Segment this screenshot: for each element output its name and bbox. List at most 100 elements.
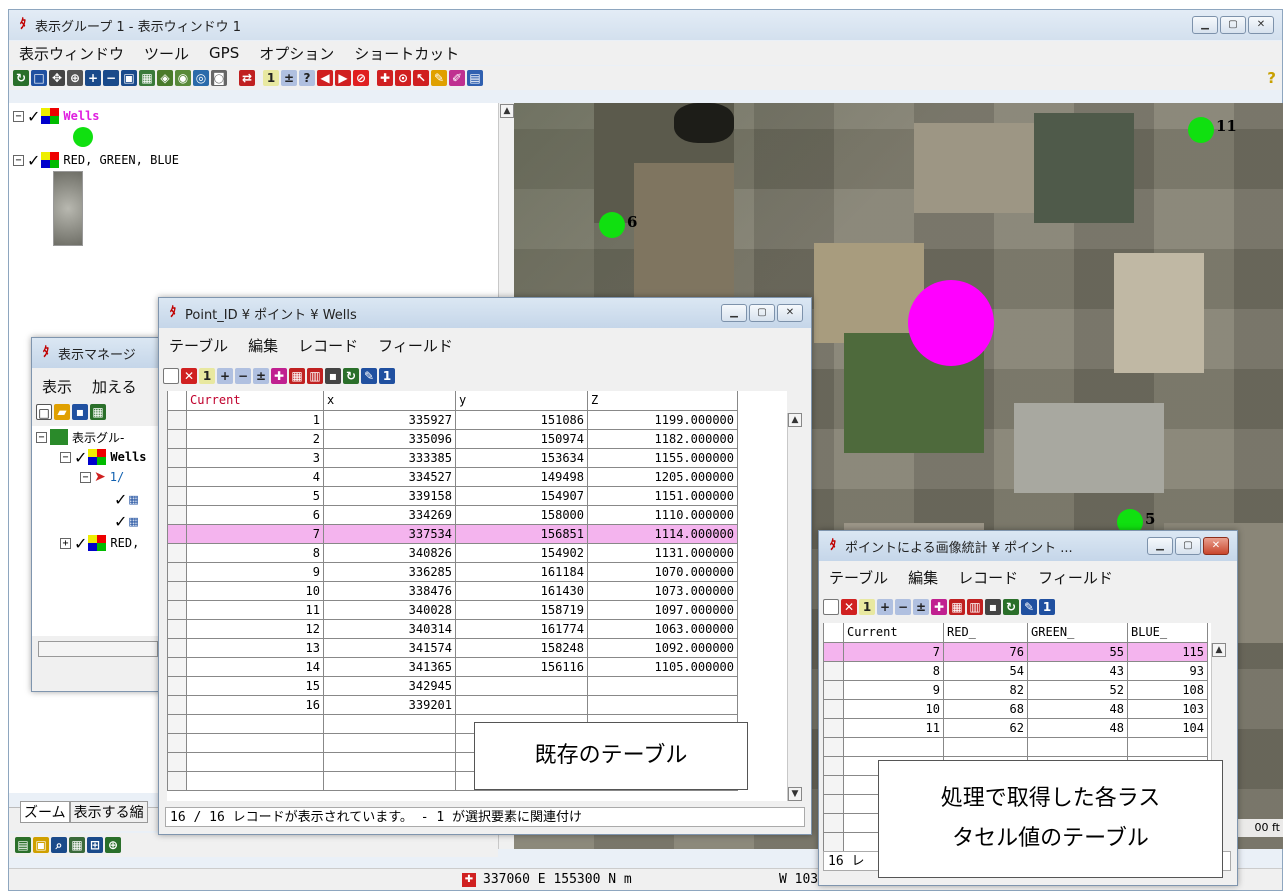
next-element-icon[interactable]: ▶	[335, 70, 351, 86]
pan-icon[interactable]: ✥	[49, 70, 65, 86]
visibility-check-icon[interactable]: ✓	[74, 448, 87, 467]
scroll-up-arrow-icon[interactable]: ▲	[500, 104, 514, 118]
cancel-selection-icon[interactable]: ⊘	[353, 70, 369, 86]
table-cell[interactable]: 1151.000000	[587, 485, 738, 506]
table-cell[interactable]	[323, 770, 456, 791]
table-cell[interactable]: 339201	[323, 694, 456, 715]
table-cell[interactable]: 55	[1027, 641, 1128, 662]
row-selector[interactable]	[823, 660, 844, 681]
table-row[interactable]: 3 333385 153634 1155.000000	[167, 447, 738, 468]
table-cell[interactable]: 93	[1127, 660, 1208, 681]
table-cell[interactable]	[186, 770, 324, 791]
single-record-icon[interactable]: 1	[379, 368, 395, 384]
show-marked-icon[interactable]: ▥	[967, 599, 983, 615]
scroll-up-arrow-icon[interactable]: ▲	[788, 413, 802, 427]
table-cell[interactable]	[455, 675, 588, 696]
table-cell[interactable]: 1110.000000	[587, 504, 738, 525]
table-cell[interactable]: 1205.000000	[587, 466, 738, 487]
tab-zoom[interactable]: ズーム	[20, 801, 70, 823]
zoom-selected-icon[interactable]: ◈	[157, 70, 173, 86]
table-cell[interactable]: 1097.000000	[587, 599, 738, 620]
row-selector[interactable]	[167, 713, 187, 734]
zoom-box-icon[interactable]: ▣	[121, 70, 137, 86]
table-cell[interactable]: 337534	[323, 523, 456, 544]
prev-element-icon[interactable]: ◀	[317, 70, 333, 86]
table-cell[interactable]: 156851	[455, 523, 588, 544]
measure-tool-icon[interactable]: ✐	[449, 70, 465, 86]
tree-row-group[interactable]: − 表示グル-	[36, 428, 124, 446]
table-row[interactable]	[823, 736, 1208, 757]
row-selector[interactable]	[167, 428, 187, 449]
table-cell[interactable]: 48	[1027, 698, 1128, 719]
table-cell[interactable]: 1199.000000	[587, 409, 738, 430]
menu-tools[interactable]: ツール	[134, 43, 199, 64]
row-selector[interactable]	[167, 637, 187, 658]
point-table-titlebar[interactable]: ﾀ Point_ID ¥ ポイント ¥ Wells ▁ ▢ ✕	[159, 298, 811, 328]
collapse-toggle-icon[interactable]: −	[36, 431, 47, 443]
table-cell[interactable]: 7	[843, 641, 944, 662]
menu-field[interactable]: フィールド	[1028, 567, 1123, 588]
collapse-toggle-icon[interactable]: −	[13, 154, 24, 166]
table-row[interactable]: 12 340314 161774 1063.000000	[167, 618, 738, 639]
row-selector[interactable]	[167, 770, 187, 791]
table-cell[interactable]: 7	[186, 523, 324, 544]
table-cell[interactable]: 340314	[323, 618, 456, 639]
table-cell[interactable]: 8	[843, 660, 944, 681]
menu-edit[interactable]: 編集	[898, 567, 948, 588]
table-cell[interactable]: 338476	[323, 580, 456, 601]
move-icon[interactable]: ⇄	[239, 70, 255, 86]
checkbox-icon[interactable]	[823, 599, 839, 615]
scroll-down-arrow-icon[interactable]: ▼	[788, 787, 802, 801]
main-titlebar[interactable]: ﾀ 表示グループ 1 - 表示ウィンドウ 1 ▁ ▢ ✕	[9, 10, 1282, 40]
table-row[interactable]: 10 68 48 103	[823, 698, 1208, 719]
row-selector[interactable]	[823, 812, 844, 833]
table-row[interactable]: 14 341365 156116 1105.000000	[167, 656, 738, 677]
table-cell[interactable]: 1105.000000	[587, 656, 738, 677]
gps-icon[interactable]: ◎	[193, 70, 209, 86]
table-row[interactable]: 9 82 52 108	[823, 679, 1208, 700]
table-row[interactable]: 9 336285 161184 1070.000000	[167, 561, 738, 582]
row-selector[interactable]	[823, 774, 844, 795]
zoom-in-icon[interactable]: +	[85, 70, 101, 86]
help-icon[interactable]: ?	[1267, 69, 1276, 87]
menu-shortcuts[interactable]: ショートカット	[344, 43, 469, 64]
table-row[interactable]: 8 340826 154902 1131.000000	[167, 542, 738, 563]
table-cell[interactable]: 340826	[323, 542, 456, 563]
table-cell[interactable]: 151086	[455, 409, 588, 430]
full-view-icon[interactable]: □	[31, 70, 47, 86]
select-query-icon[interactable]: ?	[299, 70, 315, 86]
row-selector[interactable]	[823, 793, 844, 814]
layer-controls-icon[interactable]: ▤	[15, 837, 31, 853]
select-tool-icon[interactable]: ↖	[413, 70, 429, 86]
display-manager-titlebar[interactable]: ﾀ 表示マネージ	[32, 338, 160, 368]
table-row[interactable]: 5 339158 154907 1151.000000	[167, 485, 738, 506]
select-toggle-icon[interactable]: ±	[913, 599, 929, 615]
table-cell[interactable]: 153634	[455, 447, 588, 468]
well-point-11[interactable]	[1188, 117, 1214, 143]
table-cell[interactable]: 43	[1027, 660, 1128, 681]
minimize-button[interactable]: ▁	[1192, 16, 1218, 34]
table-cell[interactable]: 2	[186, 428, 324, 449]
table-cell[interactable]	[323, 751, 456, 772]
table-cell[interactable]: 158719	[455, 599, 588, 620]
row-selector[interactable]	[823, 831, 844, 852]
table-cell[interactable]: 54	[943, 660, 1028, 681]
table-cell[interactable]: 1092.000000	[587, 637, 738, 658]
visibility-check-icon[interactable]: ✓	[27, 151, 40, 170]
select-remove-icon[interactable]: −	[895, 599, 911, 615]
table-cell[interactable]: 334527	[323, 466, 456, 487]
maximize-button[interactable]: ▢	[1175, 537, 1201, 555]
legend-tool-icon[interactable]: ▤	[467, 70, 483, 86]
table-cell[interactable]: 1073.000000	[587, 580, 738, 601]
table-cell[interactable]	[455, 694, 588, 715]
close-button[interactable]: ✕	[1248, 16, 1274, 34]
table-cell[interactable]: 154907	[455, 485, 588, 506]
single-record-icon[interactable]: 1	[1039, 599, 1055, 615]
row-selector[interactable]	[823, 698, 844, 719]
layout-icon[interactable]: ▦	[69, 837, 85, 853]
visibility-check-icon[interactable]: ✓	[74, 534, 87, 553]
table-row[interactable]: 11 340028 158719 1097.000000	[167, 599, 738, 620]
close-button[interactable]: ✕	[1203, 537, 1229, 555]
menu-edit[interactable]: 編集	[238, 335, 288, 356]
select-single-icon[interactable]: 1	[263, 70, 279, 86]
